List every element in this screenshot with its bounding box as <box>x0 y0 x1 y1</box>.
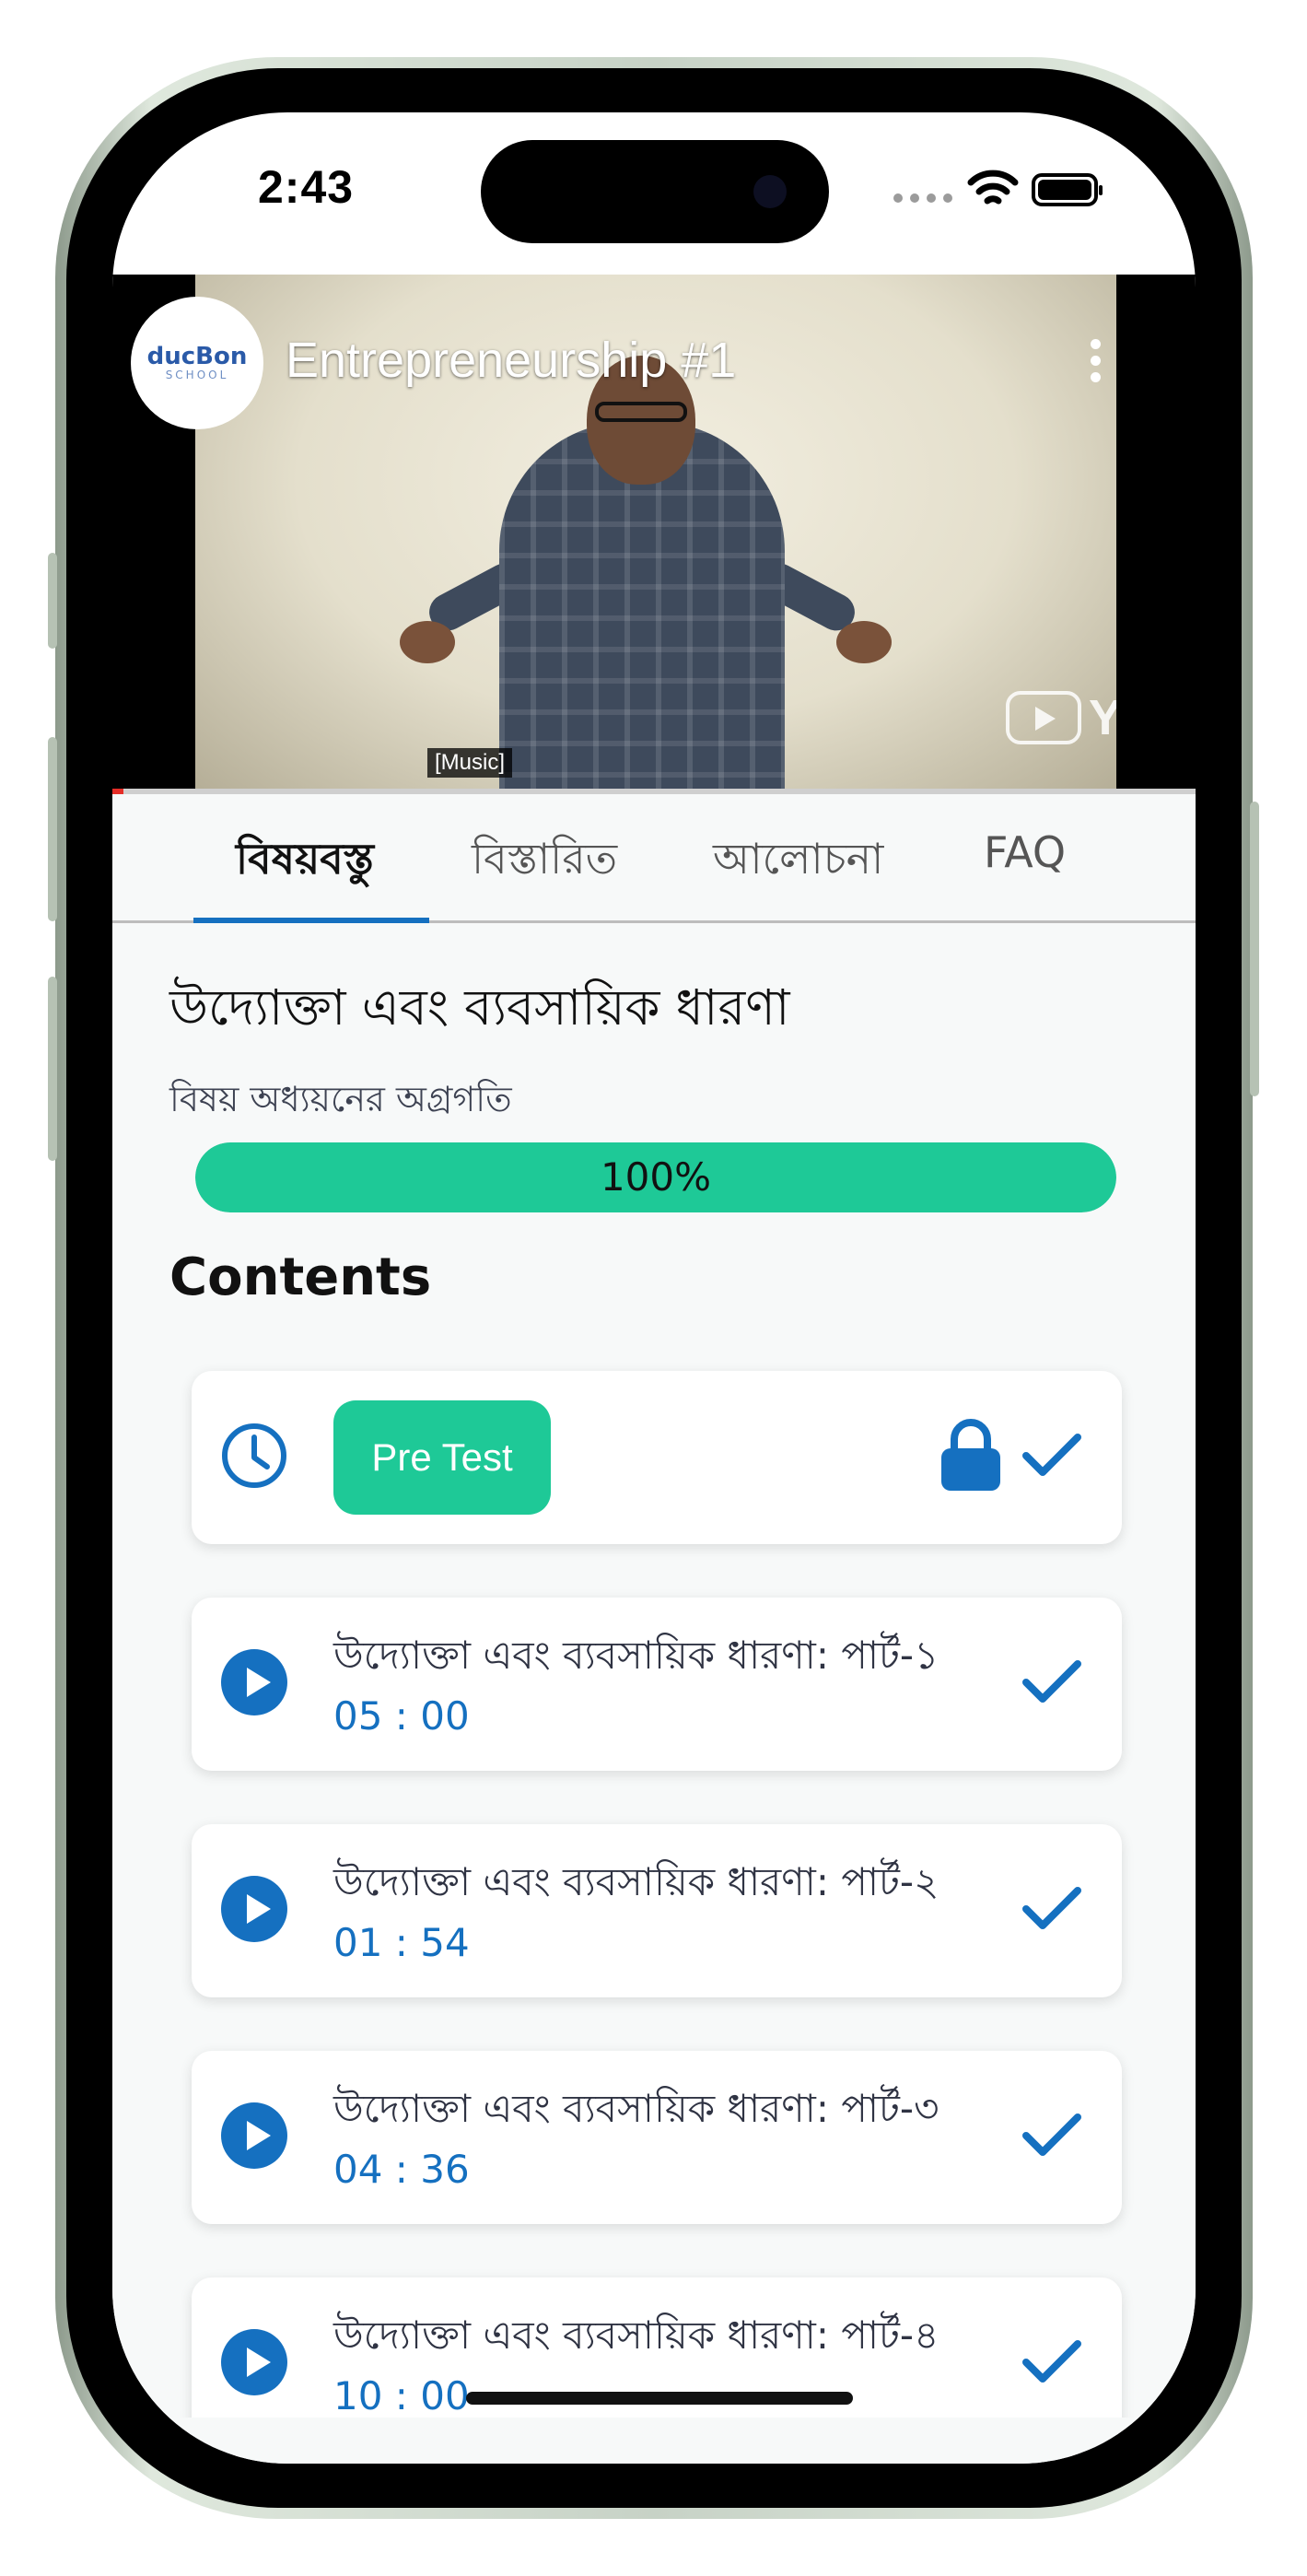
check-icon <box>1022 1660 1081 1703</box>
lesson-title: উদ্যোক্তা এবং ব্যবসায়িক ধারণা: পার্ট-৪ <box>333 2313 939 2358</box>
wifi-icon <box>967 170 1019 205</box>
video-player[interactable]: YouTube [Music] ducBon SCHOOL Entreprene… <box>112 275 1196 794</box>
play-icon[interactable] <box>219 1647 289 1717</box>
lesson-title: উদ্যোক্তা এবং ব্যবসায়িক ধারণা: পার্ট-৩ <box>333 2086 939 2131</box>
screen: 2:43 YouTube [Music] ducBon SCHOOL Entre… <box>112 112 1196 2464</box>
progress-text: 100% <box>600 1154 712 1200</box>
course-content: বিষয়বস্তু বিস্তারিত আলোচনা FAQ উদ্যোক্ত… <box>112 794 1196 2464</box>
battery-icon <box>1032 173 1103 206</box>
lesson-duration: 05 : 00 <box>333 1693 470 1739</box>
course-title: উদ্যোক্তা এবং ব্যবসায়িক ধারণা <box>169 978 790 1036</box>
volume-down-button <box>48 977 57 1161</box>
lesson-title: উদ্যোক্তা এবং ব্যবসায়িক ধারণা: পার্ট-১ <box>333 1633 939 1678</box>
contents-heading: Contents <box>169 1247 432 1307</box>
youtube-logo[interactable]: YouTube <box>1006 689 1116 746</box>
lesson-card[interactable]: উদ্যোক্তা এবং ব্যবসায়িক ধারণা: পার্ট-২ … <box>192 1824 1122 1997</box>
lesson-card[interactable]: উদ্যোক্তা এবং ব্যবসায়িক ধারণা: পার্ট-১ … <box>192 1598 1122 1771</box>
lesson-duration: 10 : 00 <box>333 2373 470 2418</box>
scroll-region[interactable]: উদ্যোক্তা এবং ব্যবসায়িক ধারণা বিষয় অধ্… <box>112 794 1196 2418</box>
pre-test-card[interactable]: Pre Test <box>192 1371 1122 1544</box>
progress-bar: 100% <box>195 1142 1116 1212</box>
lesson-duration: 04 : 36 <box>333 2147 470 2192</box>
channel-logo-sub: SCHOOL <box>165 369 229 381</box>
video-title[interactable]: Entrepreneurship #1 <box>286 332 736 389</box>
check-icon <box>1022 2340 1081 2383</box>
pre-test-button[interactable]: Pre Test <box>333 1400 551 1515</box>
video-caption: [Music] <box>427 748 513 778</box>
check-icon <box>1022 2113 1081 2156</box>
play-icon[interactable] <box>219 2101 289 2171</box>
check-icon <box>1022 1434 1081 1476</box>
progress-label: বিষয় অধ্যয়নের অগ্রগতি <box>169 1079 512 1119</box>
clock-icon <box>222 1423 286 1488</box>
youtube-icon <box>1006 691 1081 744</box>
lesson-title: উদ্যোক্তা এবং ব্যবসায়িক ধারণা: পার্ট-২ <box>333 1859 939 1904</box>
power-button <box>1250 802 1259 1096</box>
more-options-icon[interactable] <box>1091 339 1101 382</box>
channel-logo-text: ducBon <box>146 343 248 370</box>
play-icon[interactable] <box>219 1874 289 1944</box>
home-indicator[interactable] <box>466 2392 853 2405</box>
dynamic-island <box>481 140 829 243</box>
status-time: 2:43 <box>258 161 355 213</box>
signal-icon <box>893 193 952 203</box>
action-button <box>48 553 57 649</box>
lesson-duration: 01 : 54 <box>333 1920 470 1965</box>
lock-icon <box>941 1419 1000 1491</box>
lesson-card[interactable]: উদ্যোক্তা এবং ব্যবসায়িক ধারণা: পার্ট-৩ … <box>192 2051 1122 2224</box>
youtube-label: YouTube <box>1089 690 1116 745</box>
camera-icon <box>753 175 787 208</box>
play-icon[interactable] <box>219 2327 289 2397</box>
check-icon <box>1022 1887 1081 1929</box>
volume-up-button <box>48 737 57 921</box>
channel-avatar[interactable]: ducBon SCHOOL <box>131 297 263 429</box>
